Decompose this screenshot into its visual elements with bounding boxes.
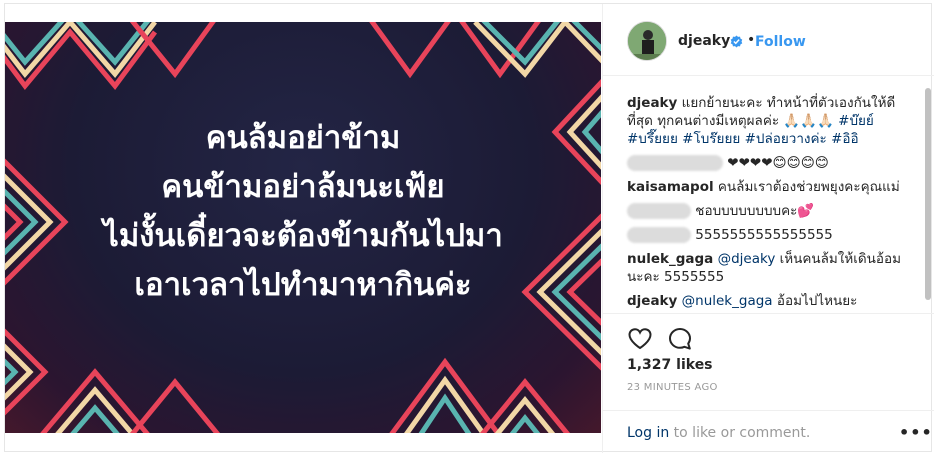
comment-text: คนล้มเราต้องช่วยพยุงคะคุณแม่ <box>717 179 900 195</box>
comment-text: 5555555555555555 <box>695 227 833 243</box>
comment-username[interactable]: djeaky <box>627 293 677 309</box>
comment-mention[interactable]: @nulek_gaga <box>682 293 773 309</box>
comment-username[interactable]: kaisamapol <box>627 179 714 195</box>
comment-text: ❤❤❤❤😊😊😊😊 <box>727 155 829 171</box>
post-image[interactable]: คนล้มอย่าข้าม คนข้ามอย่าล้มนะเฟ้ย ไม่งั้… <box>5 22 601 433</box>
comment-item: nulek_gaga @djeaky เห็นคนล้มให้เดินอ้อมน… <box>627 250 913 286</box>
comment-username[interactable]: nulek_gaga <box>627 251 713 267</box>
comment-item: ชอบบบบบบบบคะ💕 <box>627 202 913 220</box>
comments-scrollbar[interactable] <box>925 84 931 306</box>
follow-button[interactable]: Follow <box>755 34 806 50</box>
comment-item: kaisamapol คนล้มเราต้องช่วยพยุงคะคุณแม่ <box>627 178 913 196</box>
image-text-line: เอาเวลาไปทำมาหากินค่ะ <box>134 267 472 303</box>
caption: djeaky แยกย้ายนะคะ ทำหน้าที่ตัวเองกันให้… <box>627 94 913 148</box>
comment-text: ชอบบบบบบบบคะ💕 <box>695 203 815 219</box>
more-options-icon[interactable]: ••• <box>899 423 933 442</box>
header-username[interactable]: djeaky <box>678 33 730 49</box>
comment-text: อ้อมไปไหนยะ <box>776 293 858 309</box>
blurred-username <box>627 203 691 219</box>
caption-username[interactable]: djeaky <box>627 95 677 111</box>
scrollbar-thumb[interactable] <box>925 88 931 300</box>
post-sidebar: djeaky • Follow djeaky แยกย้ายนะคะ ทำหน้… <box>602 4 934 453</box>
heart-icon[interactable] <box>627 326 653 352</box>
comment-mention[interactable]: @djeaky <box>718 251 776 267</box>
login-suffix: to like or comment. <box>669 425 811 441</box>
comment-item: ❤❤❤❤😊😊😊😊 <box>627 154 913 172</box>
comment-item: 5555555555555555 <box>627 226 913 244</box>
blurred-username <box>627 227 691 243</box>
comment-item: djeaky @nulek_gaga อ้อมไปไหนยะ <box>627 292 913 310</box>
instagram-post: คนล้มอย่าข้าม คนข้ามอย่าล้มนะเฟ้ย ไม่งั้… <box>4 3 934 453</box>
hashtag[interactable]: #โบร๊ยยย <box>682 131 740 147</box>
avatar[interactable] <box>627 21 667 61</box>
hashtag[interactable]: #บรึ๊ยยย <box>627 131 678 147</box>
post-timestamp[interactable]: 23 MINUTES AGO <box>627 382 718 393</box>
hashtag[interactable]: #อิอิ <box>831 131 859 147</box>
post-header: djeaky • Follow <box>603 4 934 76</box>
image-text-line: คนข้ามอย่าล้มนะเฟ้ย <box>161 169 445 205</box>
post-actions: 1,327 likes 23 MINUTES AGO Log in to lik… <box>603 313 934 453</box>
image-caption-text: คนล้มอย่าข้าม คนข้ามอย่าล้มนะเฟ้ย ไม่งั้… <box>5 114 601 310</box>
login-text: Log in to like or comment. <box>627 425 810 441</box>
image-text-line: คนล้มอย่าข้าม <box>205 120 401 156</box>
avatar-photo <box>628 22 666 60</box>
blurred-username <box>627 155 723 171</box>
comment-bubble-icon[interactable] <box>667 326 693 352</box>
login-link[interactable]: Log in <box>627 425 669 441</box>
likes-count[interactable]: 1,327 likes <box>627 357 713 373</box>
hashtag[interactable]: #ปล่อยวางค่ะ <box>745 131 827 147</box>
verified-badge-icon <box>730 35 743 48</box>
login-prompt: Log in to like or comment. ••• <box>603 410 934 454</box>
hashtag[interactable]: #บ๊ยย์ <box>838 113 874 129</box>
comments-list[interactable]: djeaky แยกย้ายนะคะ ทำหน้าที่ตัวเองกันให้… <box>603 77 923 313</box>
image-text-line: ไม่งั้นเดี๋ยวจะต้องข้ามกันไปมา <box>103 218 503 254</box>
